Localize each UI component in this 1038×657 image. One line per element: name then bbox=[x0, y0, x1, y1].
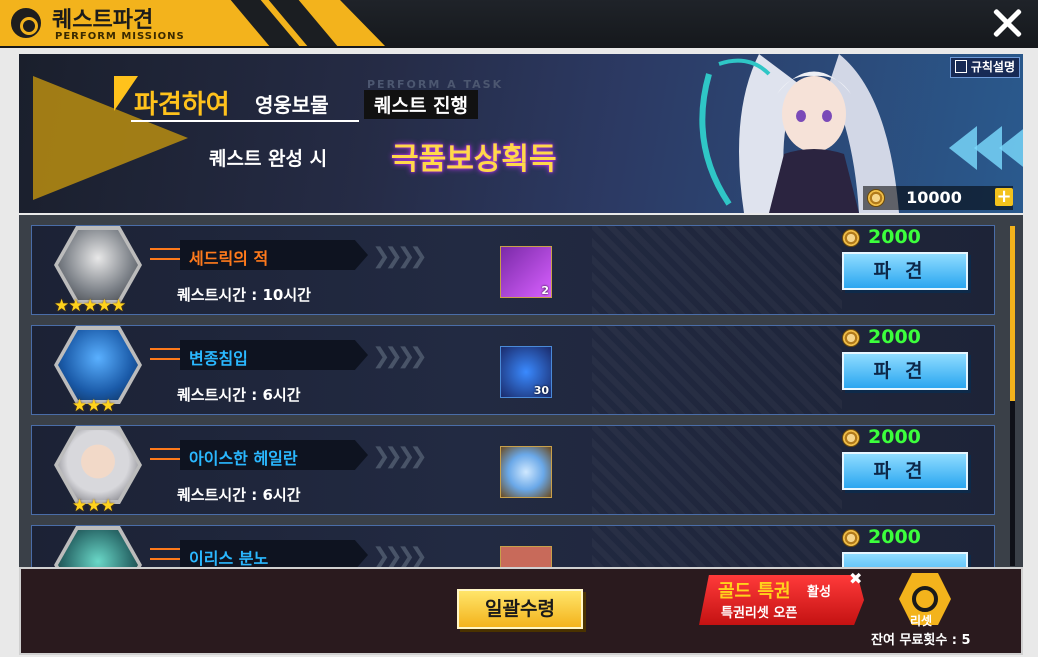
quest-cost: 2000 bbox=[842, 526, 921, 548]
chevrons-icon: ❯❯❯❯ bbox=[372, 444, 428, 469]
row-pattern bbox=[592, 426, 842, 514]
quest-time-value: 6시간 bbox=[262, 486, 301, 504]
chevrons-icon: ❯❯❯❯ bbox=[372, 244, 428, 269]
coin-icon bbox=[842, 429, 860, 447]
scrollbar-thumb[interactable] bbox=[1010, 226, 1015, 401]
dispatch-button[interactable] bbox=[842, 552, 968, 567]
item-count: 30 bbox=[533, 384, 549, 397]
quest-time-label: 퀘스트시간 : bbox=[177, 486, 258, 504]
dispatch-button[interactable]: 파견 bbox=[842, 352, 968, 390]
cost-value: 2000 bbox=[868, 326, 921, 348]
robot-hero-icon bbox=[54, 326, 142, 404]
dispatch-button[interactable]: 파견 bbox=[842, 252, 968, 290]
quest-hero-name: 세드릭의 적 bbox=[189, 249, 269, 268]
coin-icon bbox=[867, 189, 885, 207]
gold-privilege-title: 골드 특권 bbox=[718, 581, 791, 602]
coin-icon bbox=[842, 329, 860, 347]
close-icon[interactable] bbox=[988, 4, 1026, 42]
rules-label: 규칙설명 bbox=[970, 60, 1015, 74]
list-scrollbar[interactable] bbox=[1010, 226, 1015, 566]
item-count: 2 bbox=[541, 284, 549, 297]
currency-display: 10000 + bbox=[863, 186, 1013, 210]
ticket-item-icon[interactable]: 2 bbox=[500, 246, 552, 298]
quest-time-label: 퀘스트시간 : bbox=[177, 286, 258, 304]
quest-row: 이리스 분노 ❯❯❯❯ 2000 bbox=[31, 525, 995, 567]
quest-time-value: 6시간 bbox=[262, 386, 301, 404]
quest-time-label: 퀘스트시간 : bbox=[177, 386, 258, 404]
quest-cost: 2000 bbox=[842, 426, 921, 448]
banner-chevron-icon bbox=[949, 126, 977, 170]
teal-hero-icon bbox=[54, 526, 142, 567]
document-icon bbox=[954, 60, 967, 73]
row-pattern bbox=[592, 226, 842, 314]
quest-hero-name: 변종침입 bbox=[189, 349, 248, 368]
quest-time: 퀘스트시간 : 6시간 bbox=[177, 484, 301, 505]
star-rating: ★★★ bbox=[72, 396, 116, 416]
quest-hero-name: 아이스한 헤일란 bbox=[189, 449, 298, 468]
gold-privilege-subtitle: 특권리셋 오픈 bbox=[721, 606, 798, 621]
banner-text: 영웅보물 bbox=[255, 93, 329, 117]
arrow-chevron-icon bbox=[150, 348, 180, 360]
row-pattern bbox=[592, 526, 842, 567]
page-subtitle: PERFORM MISSIONS bbox=[55, 31, 185, 42]
top-bar: 퀘스트파견 PERFORM MISSIONS bbox=[0, 0, 1038, 48]
close-icon[interactable]: ✖ bbox=[849, 569, 862, 588]
arrow-chevron-icon bbox=[150, 448, 180, 460]
silver-hair-hero-icon bbox=[54, 426, 142, 504]
quest-logo-icon bbox=[8, 5, 44, 41]
quest-list[interactable]: ★★★★★ 세드릭의 적 ❯❯❯❯ 퀘스트시간 : 10시간 2 2000 파견… bbox=[19, 215, 1023, 567]
cost-value: 2000 bbox=[868, 426, 921, 448]
coin-icon bbox=[842, 229, 860, 247]
banner-underline bbox=[131, 120, 359, 122]
add-currency-button[interactable]: + bbox=[995, 188, 1013, 206]
quest-time-value: 10시간 bbox=[262, 286, 311, 304]
quest-hero-name: 이리스 분노 bbox=[189, 549, 269, 567]
banner-box-text: 퀘스트 진행 bbox=[364, 90, 479, 119]
banner-condition-text: 퀘스트 완성 시 bbox=[209, 148, 328, 170]
rules-button[interactable]: 규칙설명 bbox=[949, 57, 1020, 78]
claim-all-button[interactable]: 일괄수령 bbox=[457, 589, 583, 629]
banner-highlight-text: 파견하여 bbox=[134, 90, 230, 120]
coin-icon bbox=[842, 529, 860, 547]
dispatch-button[interactable]: 파견 bbox=[842, 452, 968, 490]
quest-time: 퀘스트시간 : 10시간 bbox=[177, 284, 311, 305]
banner-chevron-icon bbox=[999, 126, 1023, 170]
banner-reward-text: 극품보상획득 bbox=[391, 142, 557, 177]
page-title: 퀘스트파견 bbox=[52, 8, 154, 33]
row-pattern bbox=[592, 326, 842, 414]
arrow-chevron-icon bbox=[150, 248, 180, 260]
quest-cost: 2000 bbox=[842, 326, 921, 348]
arrow-chevron-icon bbox=[150, 548, 180, 560]
crystal-item-icon[interactable]: 30 bbox=[500, 346, 552, 398]
gold-privilege-suffix: 활성 bbox=[807, 585, 831, 600]
chevrons-icon: ❯❯❯❯ bbox=[372, 344, 428, 369]
currency-amount: 10000 bbox=[906, 188, 962, 207]
quest-cost: 2000 bbox=[842, 226, 921, 248]
promo-banner: PERFORM A TASK 파견하여 영웅보물 퀘스트 진행 퀘스트 완성 시… bbox=[19, 54, 1023, 213]
quest-row: ★★★ 아이스한 헤일란 ❯❯❯❯ 퀘스트시간 : 6시간 2000 파견 bbox=[31, 425, 995, 516]
quest-row: ★★★★★ 세드릭의 적 ❯❯❯❯ 퀘스트시간 : 10시간 2 2000 파견 bbox=[31, 225, 995, 316]
banner-chevron-icon bbox=[974, 126, 1002, 170]
cost-value: 2000 bbox=[868, 526, 921, 548]
reset-label: 리셋 bbox=[910, 614, 933, 628]
ice-crystal-item-icon[interactable] bbox=[500, 446, 552, 498]
quest-time: 퀘스트시간 : 6시간 bbox=[177, 384, 301, 405]
mech-hero-icon bbox=[54, 226, 142, 304]
star-rating: ★★★★★ bbox=[54, 296, 126, 316]
chevrons-icon: ❯❯❯❯ bbox=[372, 544, 428, 567]
cost-value: 2000 bbox=[868, 226, 921, 248]
quest-row: ★★★ 변종침입 ❯❯❯❯ 퀘스트시간 : 6시간 30 2000 파견 bbox=[31, 325, 995, 416]
reward-item-icon[interactable] bbox=[500, 546, 552, 567]
remaining-free-count: 잔여 무료횟수 : 5 bbox=[871, 633, 971, 648]
star-rating: ★★★ bbox=[72, 496, 116, 516]
footer-panel: 일괄수령 골드 특권 활성 특권리셋 오픈 ✖ 리셋 잔여 무료횟수 : 5 bbox=[19, 567, 1023, 655]
